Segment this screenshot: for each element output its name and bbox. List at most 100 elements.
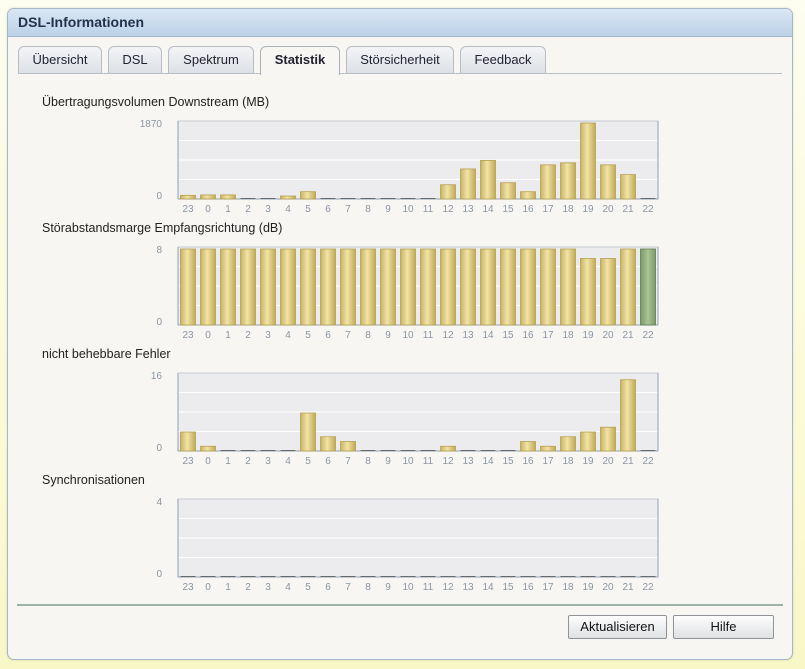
window-title: DSL-Informationen — [8, 9, 792, 37]
chart-title-downstream: Übertragungsvolumen Downstream (MB) — [42, 95, 270, 109]
x-tick-label: 2 — [245, 204, 251, 215]
x-tick-label: 11 — [423, 456, 434, 467]
y-tick-label-min: 0 — [156, 443, 162, 454]
x-tick-label: 5 — [305, 456, 311, 467]
dsl-info-window: DSL-Informationen Übersicht DSL Spektrum… — [7, 8, 793, 660]
x-tick-label: 3 — [265, 204, 271, 215]
x-tick-label: 10 — [402, 330, 414, 341]
x-tick-label: 4 — [285, 582, 291, 593]
x-tick-label: 5 — [305, 582, 311, 593]
bar-0 — [200, 445, 216, 452]
x-tick-label: 15 — [502, 204, 514, 215]
x-tick-label: 1 — [225, 204, 231, 215]
x-tick-label: 17 — [542, 204, 554, 215]
y-tick-label-min: 0 — [156, 317, 162, 328]
bar-22 — [640, 248, 656, 326]
bar-12 — [440, 184, 456, 200]
x-tick-label: 1 — [225, 456, 231, 467]
x-tick-label: 18 — [562, 204, 574, 215]
x-tick-label: 5 — [305, 330, 311, 341]
bar-21 — [620, 248, 636, 326]
x-tick-label: 5 — [305, 204, 311, 215]
bar-1 — [220, 248, 236, 326]
bar-18 — [560, 436, 576, 452]
y-tick-label-max: 16 — [151, 371, 163, 382]
x-tick-label: 10 — [402, 204, 414, 215]
chart-title-snr-margin: Störabstandsmarge Empfangsrichtung (dB) — [42, 221, 283, 235]
bar-18 — [560, 162, 576, 200]
bar-2 — [240, 248, 256, 326]
bar-19 — [580, 122, 596, 200]
tab-uebersicht[interactable]: Übersicht — [18, 46, 102, 73]
bar-15 — [500, 182, 516, 200]
x-tick-label: 11 — [423, 330, 434, 341]
x-tick-label: 22 — [642, 204, 654, 215]
bar-21 — [620, 174, 636, 200]
bar-12 — [440, 248, 456, 326]
bar-16 — [520, 191, 536, 200]
chart-title-sync: Synchronisationen — [42, 473, 145, 487]
x-tick-label: 22 — [642, 582, 654, 593]
bar-5 — [300, 412, 316, 452]
x-tick-label: 19 — [582, 204, 594, 215]
y-tick-label-min: 0 — [156, 191, 162, 202]
tab-spektrum[interactable]: Spektrum — [168, 46, 254, 73]
bar-19 — [580, 258, 596, 326]
x-tick-label: 7 — [345, 582, 351, 593]
x-tick-label: 9 — [385, 456, 391, 467]
bar-13 — [460, 168, 476, 200]
x-tick-label: 12 — [442, 456, 454, 467]
x-tick-label: 11 — [423, 204, 434, 215]
refresh-button[interactable]: Aktualisieren — [568, 615, 667, 639]
x-tick-label: 17 — [542, 582, 554, 593]
x-tick-label: 7 — [345, 204, 351, 215]
y-tick-label-min: 0 — [156, 569, 162, 580]
tab-feedback[interactable]: Feedback — [460, 46, 546, 73]
x-tick-label: 12 — [442, 204, 454, 215]
bar-8 — [360, 248, 376, 326]
chart-sync: 4023 0 1 2 3 4 5 6 7 8 9 10 11 12 13 14 15 16 17 18 19 20 21 22 — [156, 497, 659, 593]
tab-divider — [18, 73, 782, 74]
y-tick-label-max: 4 — [156, 497, 162, 508]
bar-11 — [420, 248, 436, 326]
tab-stoersicherheit[interactable]: Störsicherheit — [346, 46, 454, 73]
bar-15 — [500, 248, 516, 326]
bar-17 — [540, 164, 556, 200]
bar-6 — [320, 248, 336, 326]
footer-divider — [17, 604, 783, 606]
bar-0 — [200, 248, 216, 326]
x-tick-label: 14 — [482, 330, 494, 341]
x-tick-label: 9 — [385, 330, 391, 341]
bar-3 — [260, 248, 276, 326]
x-tick-label: 0 — [205, 204, 211, 215]
chart-downstream: 1870023 0 1 2 3 4 5 6 7 8 9 10 11 12 13 14 15 16 17 18 19 20 2… — [140, 119, 659, 215]
bar-12 — [440, 445, 456, 452]
bar-16 — [520, 248, 536, 326]
x-tick-label: 14 — [482, 456, 494, 467]
x-tick-label: 17 — [542, 456, 554, 467]
x-tick-label: 0 — [205, 582, 211, 593]
bar-4 — [280, 248, 296, 326]
chart-errors: 16023 0 1 2 3 4 5 6 7 8 9 10 11 12 13 14 15 16 17 18 19 20 21 2… — [151, 371, 659, 467]
tab-dsl[interactable]: DSL — [108, 46, 162, 73]
help-button[interactable]: Hilfe — [673, 615, 774, 639]
x-tick-label: 1 — [225, 330, 231, 341]
x-tick-label: 12 — [442, 582, 454, 593]
x-tick-label: 8 — [365, 456, 371, 467]
x-tick-label: 2 — [245, 582, 251, 593]
bar-5 — [300, 191, 316, 200]
bar-23 — [180, 248, 196, 326]
x-tick-label: 10 — [402, 456, 414, 467]
tab-statistik[interactable]: Statistik — [260, 46, 340, 75]
bar-14 — [480, 159, 496, 200]
x-tick-label: 15 — [502, 456, 514, 467]
bar-13 — [460, 248, 476, 326]
bar-1 — [220, 194, 236, 200]
x-tick-label: 17 — [542, 330, 554, 341]
x-tick-label: 21 — [622, 456, 634, 467]
x-tick-label: 6 — [325, 330, 331, 341]
bar-17 — [540, 445, 556, 452]
x-tick-label: 21 — [622, 330, 634, 341]
x-tick-label: 13 — [462, 204, 474, 215]
bar-18 — [560, 248, 576, 326]
